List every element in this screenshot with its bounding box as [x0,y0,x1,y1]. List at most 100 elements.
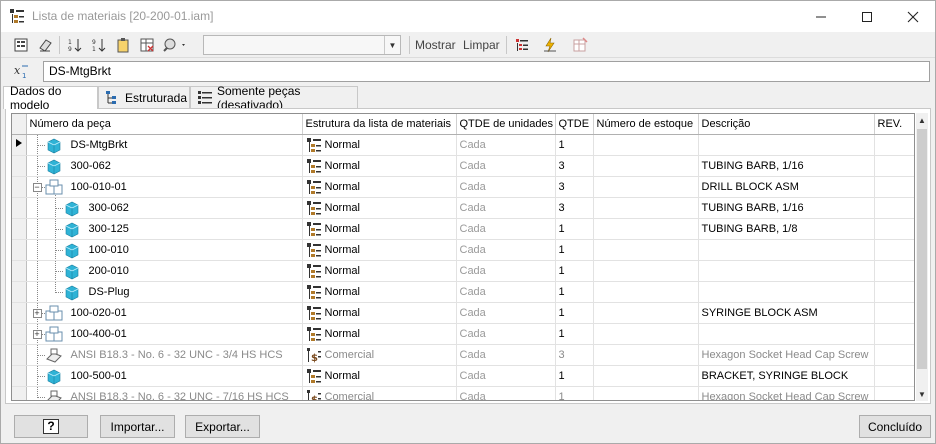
description-cell[interactable]: DRILL BLOCK ASM [698,176,875,198]
maximize-button[interactable] [844,1,890,32]
bom-structure-cell[interactable]: Normal [302,155,457,177]
scroll-up-button[interactable]: ▲ [916,113,928,127]
table-row[interactable]: +100-400-01 Normal Cada 1 [12,323,914,345]
stock-number-cell[interactable] [593,302,699,324]
description-cell[interactable] [698,323,875,345]
bom-structure-cell[interactable]: Normal [302,365,457,387]
bom-structure-cell[interactable]: Normal [302,323,457,345]
sort-descending-button[interactable]: 91 [88,35,110,55]
column-header-bom-structure[interactable]: Estrutura da lista de materiais [302,114,457,135]
unit-qty-cell[interactable]: Cada [456,323,556,345]
part-number-cell[interactable]: DS-Plug [26,281,303,303]
find-dropdown-button[interactable] [160,35,190,55]
row-selector[interactable] [12,218,27,240]
unit-qty-cell[interactable]: Cada [456,239,556,261]
rev-cell[interactable] [874,134,914,156]
row-selector[interactable] [12,344,27,366]
tab-structured[interactable]: Estruturada [98,86,190,108]
unit-qty-cell[interactable]: Cada [456,176,556,198]
bom-structure-cell[interactable]: Normal [302,239,457,261]
tree-expander-toggle[interactable]: − [32,182,42,192]
update-mass-button[interactable] [539,35,561,55]
part-number-cell[interactable]: ANSI B18.3 - No. 6 - 32 UNC - 3/4 HS HCS [26,344,303,366]
part-number-cell[interactable]: 300-062 [26,155,303,177]
edit-properties-button[interactable] [34,35,56,55]
qty-cell[interactable]: 1 [555,323,594,345]
unit-qty-cell[interactable]: Cada [456,260,556,282]
qty-cell[interactable]: 1 [555,365,594,387]
unit-qty-cell[interactable]: Cada [456,344,556,366]
bom-structure-cell[interactable]: Normal [302,197,457,219]
export-table-button[interactable] [136,35,158,55]
column-header-description[interactable]: Descrição [698,114,875,135]
table-row[interactable]: 300-125 Normal Cada 1 TUBING BARB, 1/8 [12,218,914,240]
unit-qty-cell[interactable]: Cada [456,134,556,156]
item-renumber-button[interactable] [112,35,134,55]
part-number-cell[interactable]: +100-400-01 [26,323,303,345]
unit-qty-cell[interactable]: Cada [456,365,556,387]
row-selector[interactable] [12,176,27,198]
qty-cell[interactable]: 1 [555,239,594,261]
title-bar[interactable]: Lista de materiais [20-200-01.iam] [1,1,935,32]
create-table-button[interactable] [569,35,591,55]
description-cell[interactable] [698,281,875,303]
expression-button[interactable]: x1 [11,61,33,81]
part-number-cell[interactable]: 100-500-01 [26,365,303,387]
row-selector[interactable] [12,155,27,177]
scroll-down-button[interactable]: ▼ [916,387,928,401]
rev-cell[interactable] [874,302,914,324]
bom-view-button[interactable] [10,35,32,55]
rev-cell[interactable] [874,239,914,261]
stock-number-cell[interactable] [593,218,699,240]
part-number-cell[interactable]: 200-010 [26,260,303,282]
unit-qty-cell[interactable]: Cada [456,281,556,303]
rev-cell[interactable] [874,281,914,303]
unit-qty-cell[interactable]: Cada [456,302,556,324]
stock-number-cell[interactable] [593,365,699,387]
unit-qty-cell[interactable]: Cada [456,155,556,177]
part-number-cell[interactable]: +100-020-01 [26,302,303,324]
chevron-down-icon[interactable]: ▼ [384,36,400,54]
part-number-cell[interactable]: ANSI B18.3 - No. 6 - 32 UNC - 7/16 HS HC… [26,386,303,400]
bom-structure-cell[interactable]: Normal [302,218,457,240]
part-number-expression-input[interactable]: DS-MtgBrkt [43,61,930,82]
description-cell[interactable]: TUBING BARB, 1/16 [698,197,875,219]
stock-number-cell[interactable] [593,134,699,156]
column-header-qty[interactable]: QTDE [555,114,594,135]
minimize-button[interactable] [798,1,844,32]
column-header-unit-qty[interactable]: QTDE de unidades [456,114,556,135]
table-row[interactable]: DS-Plug Normal Cada 1 [12,281,914,303]
rev-cell[interactable] [874,155,914,177]
table-row[interactable]: ANSI B18.3 - No. 6 - 32 UNC - 3/4 HS HCS… [12,344,914,366]
bom-structure-cell[interactable]: Normal [302,260,457,282]
column-header-part-number[interactable]: Número da peça [26,114,303,135]
qty-cell[interactable]: 1 [555,302,594,324]
scroll-thumb[interactable] [917,129,927,369]
stock-number-cell[interactable] [593,155,699,177]
tab-parts-only[interactable]: Somente peças (desativado) [190,84,358,112]
qty-cell[interactable]: 1 [555,386,594,400]
rev-cell[interactable] [874,344,914,366]
stock-number-cell[interactable] [593,260,699,282]
done-button[interactable]: Concluído [859,415,931,438]
row-selector[interactable] [12,323,27,345]
show-button[interactable]: Mostrar [415,38,456,52]
unit-qty-cell[interactable]: Cada [456,386,556,400]
description-cell[interactable]: TUBING BARB, 1/8 [698,218,875,240]
qty-cell[interactable]: 3 [555,197,594,219]
stock-number-cell[interactable] [593,281,699,303]
column-header-stock-number[interactable]: Número de estoque [593,114,699,135]
row-selector[interactable] [12,239,27,261]
rev-cell[interactable] [874,260,914,282]
rev-cell[interactable] [874,218,914,240]
part-number-cell[interactable]: 300-062 [26,197,303,219]
table-row[interactable]: 300-062 Normal Cada 3 TUBING BARB, 1/16 [12,155,914,177]
close-button[interactable] [890,1,936,32]
table-row[interactable]: +100-020-01 Normal Cada 1 SYRINGE BLOCK ASM [12,302,914,324]
part-number-cell[interactable]: 100-010 [26,239,303,261]
vertical-scrollbar[interactable]: ▲ ▼ [916,113,928,401]
description-cell[interactable]: BRACKET, SYRINGE BLOCK [698,365,875,387]
description-cell[interactable] [698,134,875,156]
qty-cell[interactable]: 3 [555,344,594,366]
sort-ascending-button[interactable]: 19 [64,35,86,55]
